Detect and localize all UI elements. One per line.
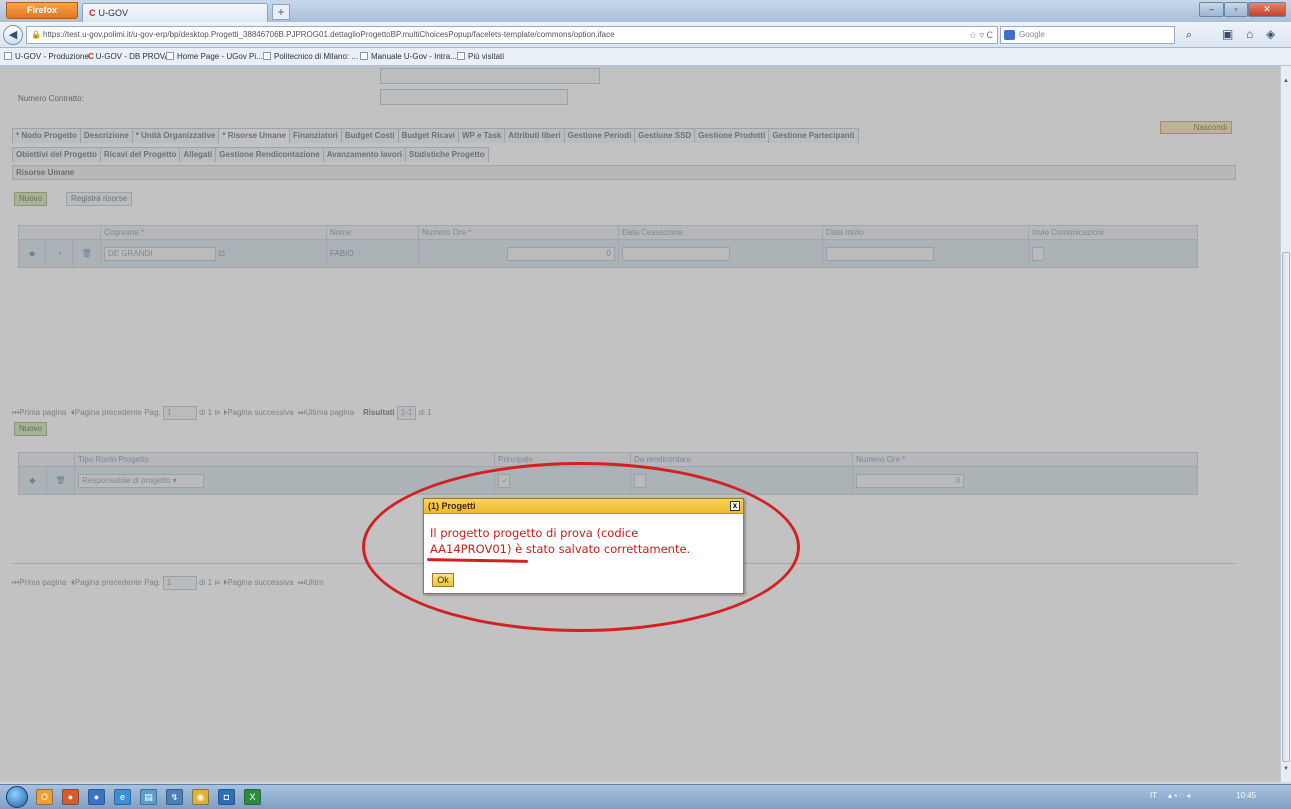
- search-input[interactable]: Google ⌕: [1000, 26, 1192, 44]
- explorer-icon[interactable]: ▤: [140, 789, 157, 805]
- bookmarks-bar: U-GOV - Produzione C U-GOV - DB PROVA Hom…: [0, 48, 1291, 66]
- search-placeholder: Google: [1019, 30, 1045, 39]
- bookmark-item[interactable]: U-GOV - Produzione: [4, 48, 89, 65]
- bookmark-item[interactable]: Più visitati: [457, 48, 504, 65]
- windows-taskbar: O ● ● e ▤ ↯ ◉ ◘ X IT ▴ ▪ ◌ ◕ 10:45: [0, 784, 1291, 809]
- bookmark-item[interactable]: Politecnico di Milano: ...: [263, 48, 358, 65]
- page-icon: [166, 52, 174, 60]
- navigation-bar: ◀ 🔒 https://test.u-gov.polimi.it/u-gov-e…: [0, 22, 1291, 48]
- new-tab-button[interactable]: +: [272, 4, 290, 20]
- addon-icon[interactable]: ◈: [1266, 27, 1275, 41]
- chrome-icon[interactable]: ●: [62, 789, 79, 805]
- browser-tab[interactable]: C U-GOV: [82, 3, 268, 22]
- search-icon[interactable]: ⌕: [1186, 27, 1192, 43]
- google-icon: [1004, 30, 1015, 40]
- bookmark-item[interactable]: C U-GOV - DB PROVA: [88, 48, 170, 65]
- back-arrow-icon[interactable]: ◀: [3, 25, 23, 45]
- folder-icon: [457, 52, 465, 60]
- url-bar[interactable]: 🔒 https://test.u-gov.polimi.it/u-gov-erp…: [26, 26, 998, 44]
- page-icon: [263, 52, 271, 60]
- home-icon[interactable]: ⌂: [1246, 27, 1253, 41]
- tray-icons[interactable]: ▴ ▪ ◌ ◕: [1168, 791, 1191, 800]
- page-icon: [360, 52, 368, 60]
- minimize-button[interactable]: –: [1199, 2, 1224, 17]
- bookmarks-menu-icon[interactable]: ▣: [1222, 27, 1233, 41]
- reload-icon[interactable]: ☆ ▿ C: [969, 27, 993, 43]
- app-icon[interactable]: ◉: [192, 789, 209, 805]
- ie-icon[interactable]: e: [114, 789, 131, 805]
- scroll-up-icon[interactable]: ▲: [1282, 78, 1290, 84]
- firefox-menu-button[interactable]: Firefox: [6, 2, 78, 19]
- lock-icon: 🔒: [31, 30, 41, 39]
- scroll-down-icon[interactable]: ▼: [1282, 766, 1290, 772]
- clock[interactable]: 10:45: [1236, 791, 1256, 800]
- bookmark-item[interactable]: Home Page - UGov Pi...: [166, 48, 263, 65]
- vertical-scrollbar[interactable]: ▲ ▼: [1280, 66, 1291, 782]
- window-titlebar: Firefox C U-GOV + – ▫ ✕: [0, 0, 1291, 22]
- modal-overlay: [0, 66, 1280, 782]
- maximize-button[interactable]: ▫: [1224, 2, 1248, 17]
- language-indicator[interactable]: IT: [1150, 791, 1157, 800]
- start-button[interactable]: [6, 786, 28, 808]
- tab-title: U-GOV: [98, 8, 129, 18]
- page-icon: [4, 52, 12, 60]
- ugov-favicon-icon: C: [89, 8, 96, 18]
- ugov-icon: C: [88, 52, 94, 61]
- bookmark-item[interactable]: Manuale U-Gov - Intra...: [360, 48, 457, 65]
- outlook-icon[interactable]: O: [36, 789, 53, 805]
- outlook-mail-icon[interactable]: ◘: [218, 789, 235, 805]
- close-window-button[interactable]: ✕: [1248, 2, 1286, 17]
- scrollbar-thumb[interactable]: [1282, 252, 1290, 762]
- firefox-icon[interactable]: ●: [88, 789, 105, 805]
- url-text: https://test.u-gov.polimi.it/u-gov-erp/b…: [43, 30, 615, 39]
- network-icon[interactable]: ↯: [166, 789, 183, 805]
- annotation-circle: [362, 462, 800, 632]
- excel-icon[interactable]: X: [244, 789, 261, 805]
